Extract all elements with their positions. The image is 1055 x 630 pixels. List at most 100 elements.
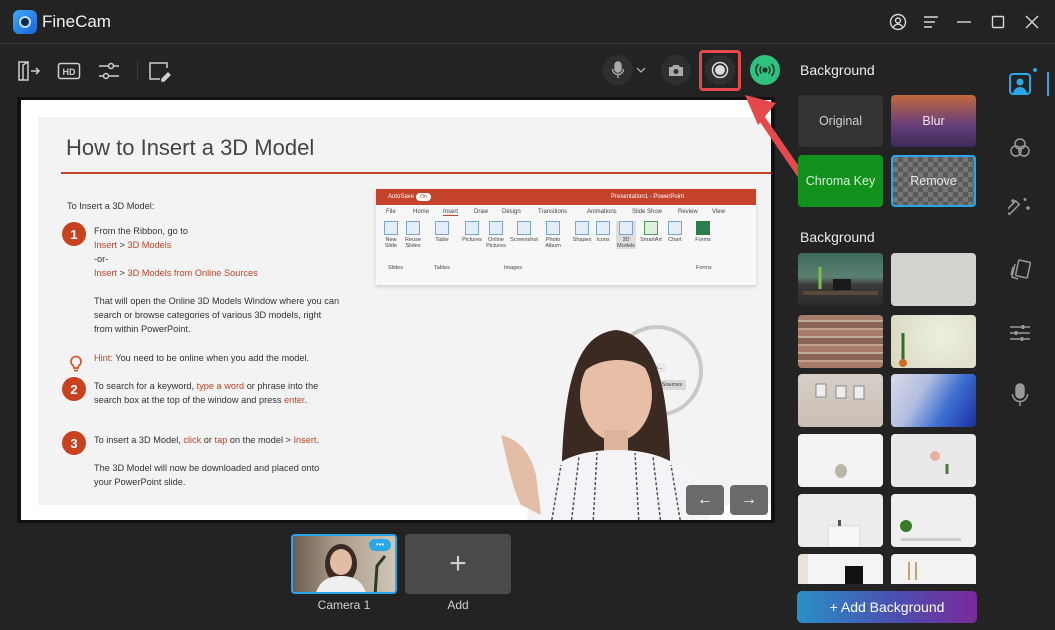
ribbon-tab: View bbox=[712, 209, 725, 215]
background-thumb-blue-abstract-paint[interactable] bbox=[891, 374, 976, 427]
ribbon-item-label: Online Pictures bbox=[486, 237, 506, 249]
ribbon-item-label: Icons bbox=[596, 237, 610, 243]
mode-remove-button[interactable]: Remove bbox=[891, 155, 976, 207]
accent-text: Insert bbox=[94, 268, 117, 278]
scene-more-button[interactable]: ••• bbox=[369, 539, 391, 551]
rail-active-indicator bbox=[1047, 72, 1049, 96]
text: To search for a keyword, bbox=[94, 381, 197, 391]
background-thumb-brick-wall[interactable] bbox=[798, 315, 883, 368]
text: or bbox=[201, 435, 215, 445]
step-1-path-1: Insert > 3D Models bbox=[94, 238, 258, 252]
previous-slide-button[interactable]: ← bbox=[686, 485, 724, 515]
background-thumb-white-room-chair[interactable] bbox=[798, 434, 883, 487]
hd-icon[interactable]: HD bbox=[56, 58, 82, 84]
accent-text: 3D Models bbox=[127, 240, 172, 250]
ribbon-item-label: Table bbox=[435, 237, 449, 243]
microphone-icon[interactable] bbox=[1007, 382, 1033, 408]
ribbon-item-label: Pictures bbox=[462, 237, 482, 243]
ribbon-item: Photo Album bbox=[541, 221, 565, 249]
ribbon-tab: Slide Show bbox=[632, 209, 663, 215]
account-icon[interactable] bbox=[886, 10, 910, 34]
ribbon-item: Table bbox=[432, 221, 452, 243]
arrow-left-icon: ← bbox=[697, 491, 713, 508]
chevron-down-icon[interactable] bbox=[631, 60, 651, 80]
ribbon-item-label: SmartArt bbox=[640, 237, 662, 243]
title-bar: FineCam bbox=[0, 0, 1055, 44]
ribbon-group-label: Images bbox=[504, 265, 523, 271]
scene-camera-1[interactable]: ••• bbox=[291, 534, 397, 594]
ribbon-item: Shapes bbox=[572, 221, 592, 243]
background-thumb-white-desk-plants[interactable] bbox=[891, 494, 976, 547]
next-slide-button[interactable]: → bbox=[730, 485, 768, 515]
add-scene-button[interactable]: + bbox=[405, 534, 511, 594]
ribbon-item: Pictures bbox=[462, 221, 482, 243]
background-thumb-white-wall-clock-plant[interactable] bbox=[891, 434, 976, 487]
separator: > bbox=[116, 268, 128, 278]
ribbon-item-label: Screenshot bbox=[510, 237, 538, 243]
background-thumb-office-window-plant[interactable] bbox=[798, 253, 883, 306]
ribbon-tab: File bbox=[386, 209, 396, 215]
background-thumb-white-shelf[interactable] bbox=[798, 494, 883, 547]
mode-chroma-key-button[interactable]: Chroma Key bbox=[798, 155, 883, 207]
color-filter-icon[interactable] bbox=[1007, 135, 1033, 161]
presentation-slide: How to Insert a 3D Model To Insert a 3D … bbox=[21, 100, 771, 520]
text: search box at the top of the window and … bbox=[94, 395, 284, 405]
adjust-icon[interactable] bbox=[96, 58, 122, 84]
microphone-icon bbox=[611, 61, 625, 78]
microphone-button[interactable] bbox=[603, 55, 633, 85]
background-person-icon[interactable] bbox=[1007, 71, 1033, 97]
slide-paragraph-1: That will open the Online 3D Models Wind… bbox=[94, 294, 339, 336]
arrow-right-icon: → bbox=[741, 491, 757, 508]
step-1-line: From the Ribbon, go to bbox=[94, 226, 188, 236]
ribbon-item: Reuse Slides bbox=[403, 221, 423, 249]
background-thumb-white-plaster-wall[interactable] bbox=[891, 253, 976, 306]
step-1-path-2: Insert > 3D Models from Online Sources bbox=[94, 266, 258, 280]
slide-intro: To Insert a 3D Model: bbox=[67, 201, 155, 211]
ribbon-tabs: File Home Insert Draw Design Transitions… bbox=[376, 207, 756, 219]
add-scene-label: Add bbox=[447, 598, 469, 612]
background-thumb-white-room-sign[interactable] bbox=[798, 554, 883, 584]
hint-label: Hint: bbox=[94, 353, 113, 363]
background-thumb-gallery-frames-wall[interactable] bbox=[798, 374, 883, 427]
accent-text: type a word bbox=[196, 381, 245, 391]
ribbon-item: SmartArt bbox=[639, 221, 663, 243]
panel-scrollbar[interactable] bbox=[983, 95, 985, 625]
menu-icon[interactable] bbox=[919, 10, 943, 34]
adjustments-icon[interactable] bbox=[1007, 320, 1033, 346]
ribbon-item: Forms bbox=[694, 221, 712, 243]
ribbon-item-label: Chart bbox=[668, 237, 682, 243]
ribbon-tab: Animations bbox=[587, 209, 617, 215]
snapshot-button[interactable] bbox=[661, 55, 691, 85]
ribbon-item-label: 3D Models bbox=[617, 237, 635, 249]
magic-wand-icon[interactable] bbox=[1007, 195, 1033, 221]
camera-snapshot-icon bbox=[669, 65, 683, 76]
exit-icon[interactable] bbox=[16, 58, 42, 84]
ribbon-item-label: Shapes bbox=[572, 237, 592, 243]
text: To insert a 3D Model, bbox=[94, 435, 184, 445]
add-background-button[interactable]: + Add Background bbox=[797, 591, 977, 623]
live-broadcast-icon bbox=[755, 63, 775, 77]
maximize-icon[interactable] bbox=[986, 10, 1010, 34]
slide-hint: Hint: You need to be online when you add… bbox=[94, 351, 309, 365]
mode-original-button[interactable]: Original bbox=[798, 95, 883, 147]
stickers-icon[interactable] bbox=[1007, 257, 1033, 283]
ribbon-item-label: Reuse Slides bbox=[405, 237, 421, 249]
accent-text: enter bbox=[284, 395, 305, 405]
text-line: search or browse categories of various 3… bbox=[94, 310, 322, 320]
mode-blur-button[interactable]: Blur bbox=[891, 95, 976, 147]
minimize-icon[interactable] bbox=[952, 10, 976, 34]
background-thumb-white-room-shelf[interactable] bbox=[891, 554, 976, 584]
background-thumb-cream-wall-plant[interactable] bbox=[891, 315, 976, 368]
live-broadcast-button[interactable] bbox=[750, 55, 780, 85]
scene-label: Camera 1 bbox=[317, 598, 371, 612]
text: on the model > bbox=[227, 435, 294, 445]
lightbulb-icon bbox=[70, 355, 82, 372]
annotate-icon[interactable] bbox=[146, 58, 172, 84]
separator: > bbox=[116, 240, 128, 250]
finecam-logo-icon bbox=[13, 10, 37, 34]
ribbon-group-label: Tables bbox=[434, 265, 450, 271]
ribbon-commands: New Slide Reuse Slides Table Pictures On… bbox=[376, 221, 756, 277]
ribbon-item: Online Pictures bbox=[484, 221, 508, 249]
background-mode-heading: Background bbox=[800, 62, 875, 78]
close-icon[interactable] bbox=[1020, 10, 1044, 34]
